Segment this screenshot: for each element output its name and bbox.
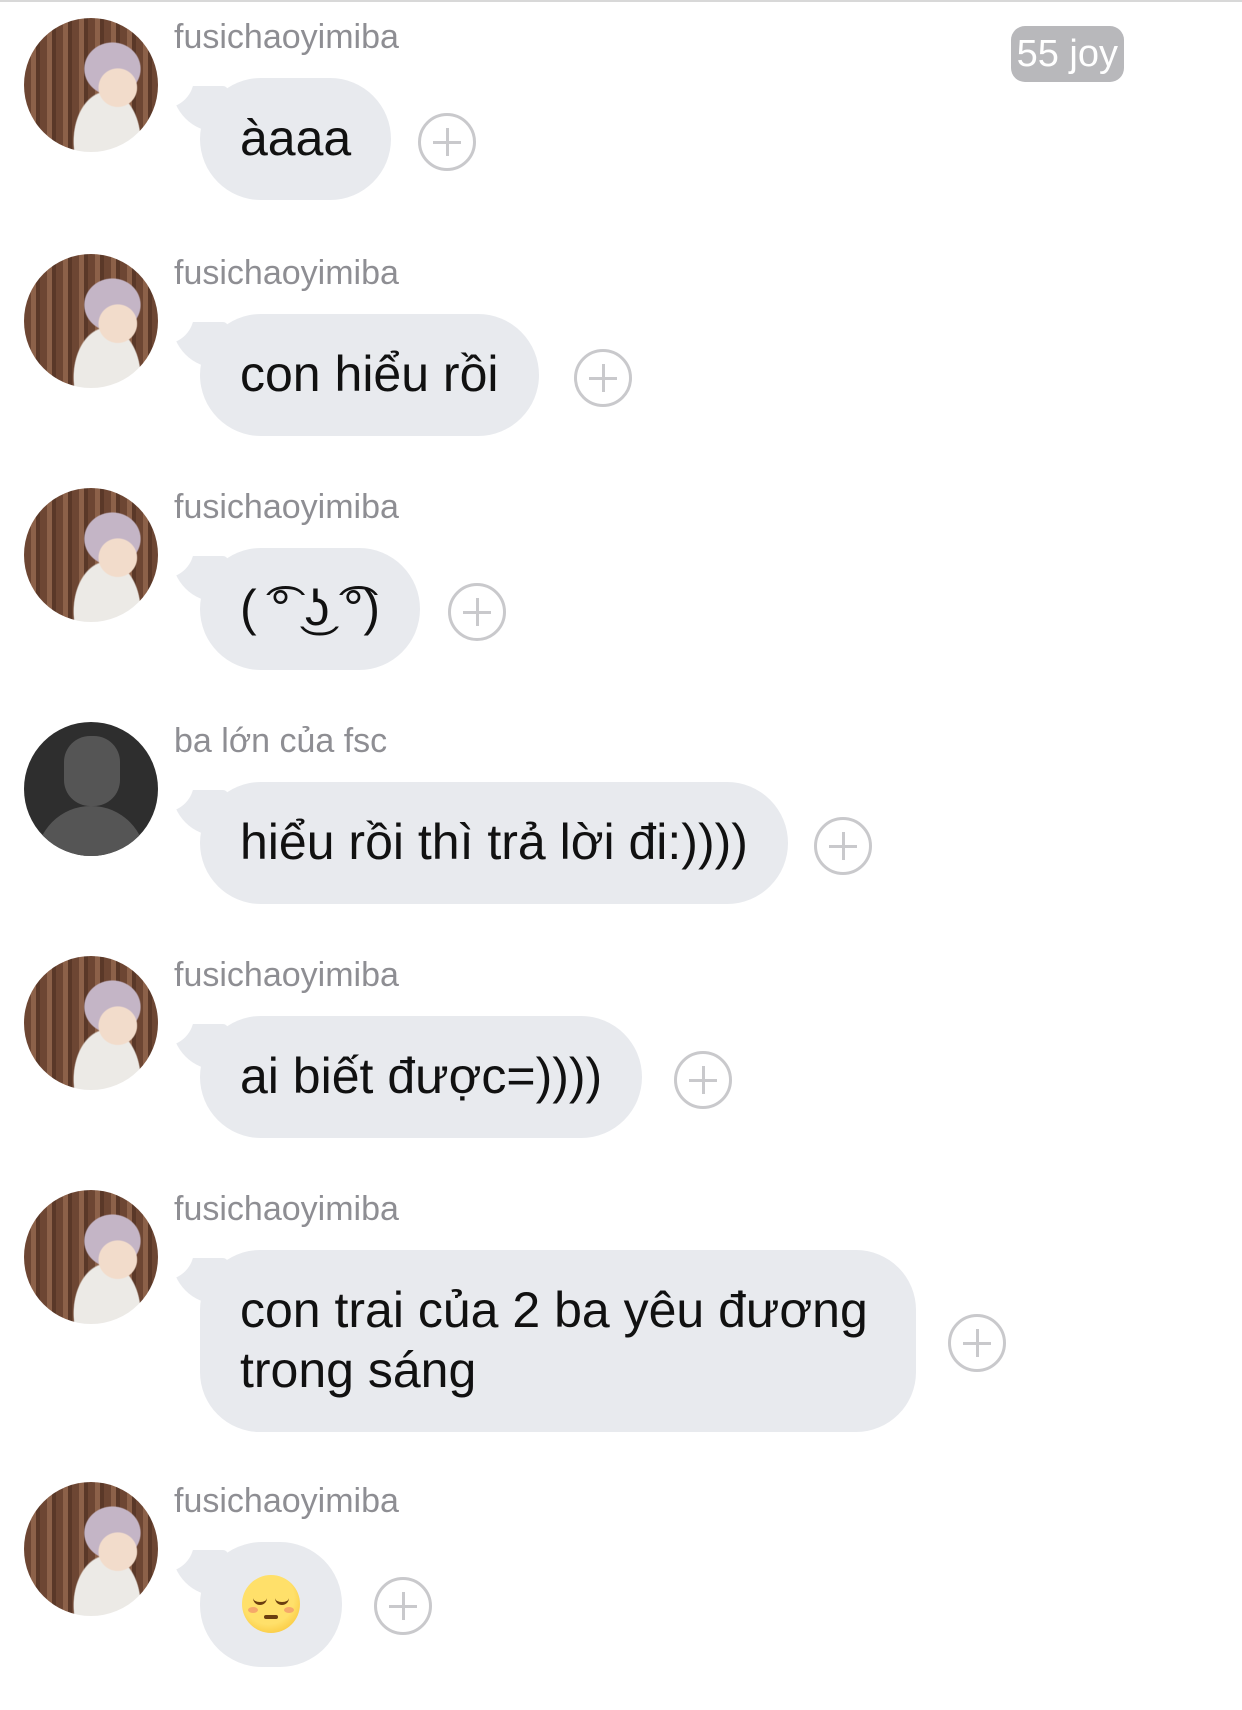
sender-name: fusichaoyimiba xyxy=(174,18,399,56)
message-bubble[interactable]: hiểu rồi thì trả lời đi:)))) xyxy=(200,782,788,904)
avatar[interactable] xyxy=(24,1190,158,1324)
message-row: fusichaoyimiba ( ͡° ͜ʖ ͡°) xyxy=(0,470,1242,670)
avatar[interactable] xyxy=(24,1482,158,1616)
message-row: ba lớn của fsc hiểu rồi thì trả lời đi:)… xyxy=(0,704,1242,904)
add-reaction-button[interactable] xyxy=(948,1314,1006,1372)
sender-name: fusichaoyimiba xyxy=(174,956,399,994)
message-bubble[interactable]: con hiểu rồi xyxy=(200,314,539,436)
add-reaction-button[interactable] xyxy=(574,349,632,407)
sender-name: fusichaoyimiba xyxy=(174,488,399,526)
sender-name: ba lớn của fsc xyxy=(174,722,388,760)
silhouette-body xyxy=(36,806,146,856)
message-bubble[interactable]: ( ͡° ͜ʖ ͡°) xyxy=(200,548,420,670)
message-row: fusichaoyimiba xyxy=(0,1464,1242,1684)
add-reaction-button[interactable] xyxy=(418,113,476,171)
relieved-face-icon xyxy=(242,1574,300,1633)
avatar[interactable] xyxy=(24,722,158,856)
message-row: fusichaoyimiba ai biết được=)))) xyxy=(0,938,1242,1138)
add-reaction-button[interactable] xyxy=(814,817,872,875)
sender-name: fusichaoyimiba xyxy=(174,1482,399,1520)
sender-name: fusichaoyimiba xyxy=(174,254,399,292)
avatar[interactable] xyxy=(24,956,158,1090)
message-bubble[interactable]: con trai của 2 ba yêu đương trong sáng xyxy=(200,1250,916,1432)
add-reaction-button[interactable] xyxy=(374,1577,432,1635)
message-bubble[interactable] xyxy=(200,1542,342,1667)
avatar[interactable] xyxy=(24,488,158,622)
message-row: fusichaoyimiba con trai của 2 ba yêu đươ… xyxy=(0,1172,1242,1442)
silhouette-icon xyxy=(64,736,120,806)
message-bubble[interactable]: àaaa xyxy=(200,78,392,200)
message-row: fusichaoyimiba con hiểu rồi xyxy=(0,236,1242,436)
avatar[interactable] xyxy=(24,18,158,152)
chat-message-list[interactable]: fusichaoyimiba àaaa fusichaoyimiba con h… xyxy=(0,0,1242,1710)
add-reaction-button[interactable] xyxy=(674,1051,732,1109)
add-reaction-button[interactable] xyxy=(448,583,506,641)
avatar[interactable] xyxy=(24,254,158,388)
reaction-count-badge[interactable]: 55 joy xyxy=(1010,26,1124,82)
sender-name: fusichaoyimiba xyxy=(174,1190,399,1228)
message-bubble[interactable]: ai biết được=)))) xyxy=(200,1016,643,1138)
